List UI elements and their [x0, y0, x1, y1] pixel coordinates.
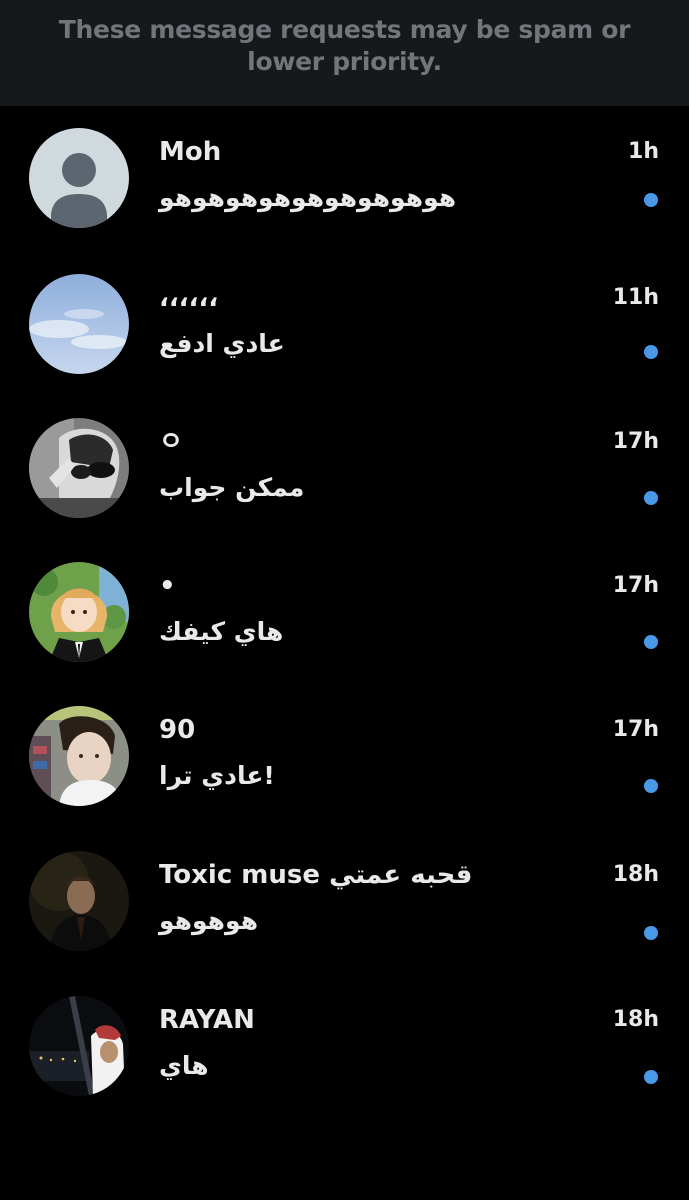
sky-avatar[interactable] [29, 274, 129, 374]
message-request-row[interactable]: RAYAN هاي 18h [0, 974, 689, 1118]
selfie-photo-avatar[interactable] [29, 706, 129, 806]
message-request-row[interactable]: 90 عادي ترا! 17h [0, 684, 689, 828]
message-timestamp: 18h [612, 862, 659, 887]
sender-name: Toxic muse قحبه عمتي [159, 860, 473, 890]
message-preview: هاي [159, 1051, 209, 1080]
night-photo-avatar[interactable] [29, 996, 129, 1096]
unread-dot-icon [644, 491, 658, 505]
message-preview: ممكن جواب [159, 473, 305, 502]
message-timestamp: 11h [612, 285, 659, 310]
message-request-row[interactable]: Moh هوهوهوهوهوهوهوهوهو 1h [0, 106, 689, 250]
dark-portrait-avatar[interactable] [29, 851, 129, 951]
message-request-row[interactable]: ㅇ ممكن جواب 17h [0, 396, 689, 540]
sunglasses-photo-avatar[interactable] [29, 418, 129, 518]
message-preview: هاي كيفك [159, 617, 284, 646]
sender-name: • [159, 571, 176, 601]
message-request-row[interactable]: Toxic muse قحبه عمتي هوهوهو 18h [0, 829, 689, 973]
sender-name: Moh [159, 137, 222, 167]
sender-name: ㅇ [159, 427, 183, 457]
message-timestamp: 1h [628, 139, 659, 164]
default-avatar[interactable] [29, 128, 129, 228]
anime-avatar[interactable] [29, 562, 129, 662]
unread-dot-icon [644, 926, 658, 940]
sender-name: ،،،،،، [159, 283, 219, 313]
message-preview: عادي ترا! [159, 761, 275, 790]
unread-dot-icon [644, 779, 658, 793]
message-timestamp: 17h [612, 429, 659, 454]
sender-name: 90 [159, 715, 196, 745]
message-request-row[interactable]: ،،،،،، عادي ادفع 11h [0, 252, 689, 396]
unread-dot-icon [644, 1070, 658, 1084]
message-request-row[interactable]: • هاي كيفك 17h [0, 540, 689, 684]
unread-dot-icon [644, 345, 658, 359]
message-preview: عادي ادفع [159, 329, 285, 358]
message-preview: هوهوهو [159, 906, 259, 935]
message-preview: هوهوهوهوهوهوهوهوهو [159, 183, 457, 212]
unread-dot-icon [644, 635, 658, 649]
unread-dot-icon [644, 193, 658, 207]
sender-name: RAYAN [159, 1005, 255, 1035]
message-timestamp: 18h [612, 1007, 659, 1032]
spam-notice-banner: These message requests may be spam or lo… [0, 0, 689, 106]
message-timestamp: 17h [612, 717, 659, 742]
spam-notice-text: These message requests may be spam or lo… [58, 15, 631, 76]
message-timestamp: 17h [612, 573, 659, 598]
